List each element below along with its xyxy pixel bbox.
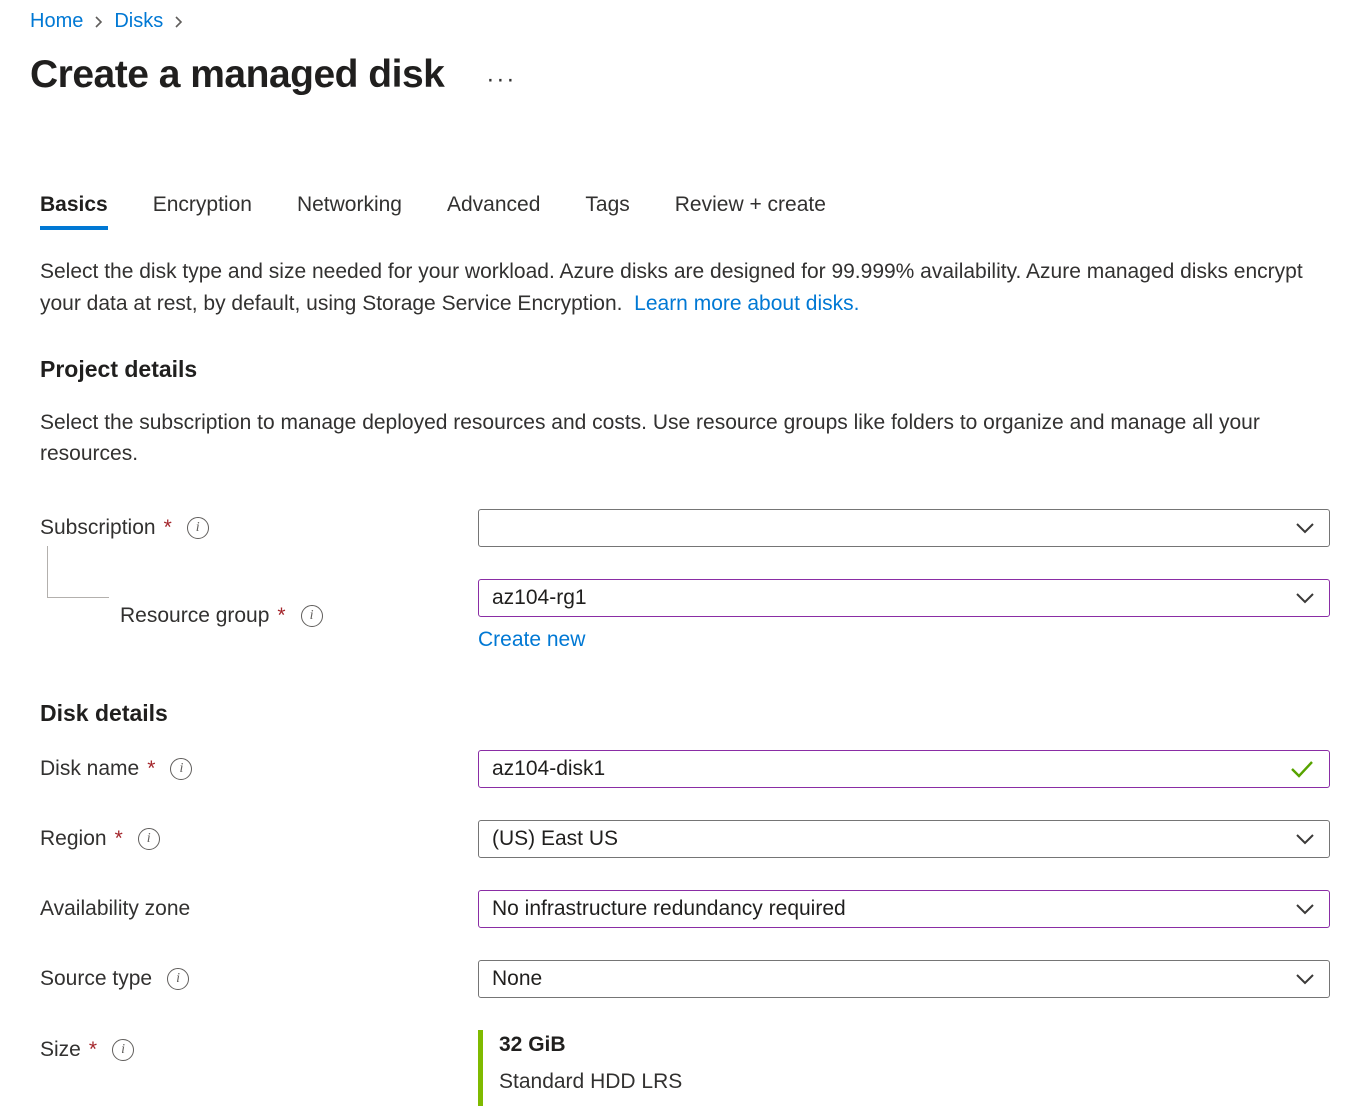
- size-sku-detail: Standard HDD LRS: [499, 1070, 1330, 1094]
- availability-zone-label: Availability zone: [40, 897, 190, 921]
- required-asterisk: *: [147, 757, 155, 781]
- required-asterisk: *: [164, 516, 172, 540]
- region-dropdown[interactable]: (US) East US: [478, 820, 1330, 858]
- info-icon[interactable]: i: [167, 968, 189, 990]
- chevron-down-icon: [1295, 522, 1315, 534]
- tab-basics[interactable]: Basics: [40, 193, 108, 230]
- project-details-heading: Project details: [40, 356, 1330, 383]
- source-type-control: None: [478, 960, 1330, 998]
- learn-more-disks-link[interactable]: Learn more about disks.: [634, 292, 859, 315]
- subscription-row: Subscription * i: [40, 509, 1330, 547]
- breadcrumb-chevron-icon: [93, 14, 104, 30]
- size-row: Size * i 32 GiB Standard HDD LRS: [40, 1030, 1330, 1106]
- tab-review-create[interactable]: Review + create: [675, 193, 826, 230]
- info-icon[interactable]: i: [112, 1039, 134, 1061]
- disk-name-label-group: Disk name * i: [40, 757, 478, 781]
- breadcrumb-disks-link[interactable]: Disks: [114, 10, 163, 33]
- info-glyph: i: [179, 761, 183, 777]
- disk-name-input[interactable]: az104-disk1: [478, 750, 1330, 788]
- info-icon[interactable]: i: [301, 605, 323, 627]
- disk-details-form: Disk name * i az104-disk1 Region: [40, 750, 1330, 1106]
- disk-name-value: az104-disk1: [492, 757, 605, 781]
- breadcrumb-home-link[interactable]: Home: [30, 10, 83, 33]
- source-type-row: Source type i None: [40, 960, 1330, 998]
- valid-check-icon: [1290, 760, 1314, 778]
- subscription-control: [478, 509, 1330, 547]
- size-label: Size: [40, 1038, 81, 1062]
- create-managed-disk-page: Home Disks Create a managed disk ··· Bas…: [0, 0, 1348, 1106]
- more-options-button[interactable]: ···: [486, 68, 516, 92]
- region-value: (US) East US: [492, 827, 618, 851]
- size-value: 32 GiB: [499, 1033, 1330, 1057]
- subscription-label: Subscription: [40, 516, 156, 540]
- required-asterisk: *: [115, 827, 123, 851]
- disk-name-control: az104-disk1: [478, 750, 1330, 788]
- info-glyph: i: [147, 831, 151, 847]
- availability-zone-value: No infrastructure redundancy required: [492, 897, 846, 921]
- info-icon[interactable]: i: [170, 758, 192, 780]
- create-new-resource-group-link[interactable]: Create new: [478, 628, 585, 652]
- region-row: Region * i (US) East US: [40, 820, 1330, 858]
- info-glyph: i: [310, 608, 314, 624]
- resource-group-label: Resource group: [120, 604, 269, 628]
- resource-group-dropdown[interactable]: az104-rg1: [478, 579, 1330, 617]
- size-control: 32 GiB Standard HDD LRS: [478, 1030, 1330, 1106]
- resource-group-label-group: Resource group * i: [40, 604, 478, 628]
- resource-group-control: az104-rg1 Create new: [478, 579, 1330, 652]
- tab-advanced[interactable]: Advanced: [447, 193, 540, 230]
- region-label-group: Region * i: [40, 827, 478, 851]
- availability-zone-label-group: Availability zone: [40, 897, 478, 921]
- info-glyph: i: [121, 1042, 125, 1058]
- tab-tags[interactable]: Tags: [585, 193, 629, 230]
- availability-zone-row: Availability zone No infrastructure redu…: [40, 890, 1330, 928]
- project-details-form: Subscription * i Resource g: [40, 509, 1330, 652]
- info-icon[interactable]: i: [138, 828, 160, 850]
- resource-group-row: Resource group * i az104-rg1 Create new: [40, 579, 1330, 652]
- disk-details-heading: Disk details: [40, 700, 1330, 727]
- info-glyph: i: [176, 971, 180, 987]
- required-asterisk: *: [89, 1038, 97, 1062]
- page-title: Create a managed disk: [30, 53, 444, 97]
- chevron-down-icon: [1295, 592, 1315, 604]
- info-glyph: i: [196, 520, 200, 536]
- breadcrumb-chevron-icon: [173, 14, 184, 30]
- intro-text: Select the disk type and size needed for…: [40, 256, 1330, 320]
- region-control: (US) East US: [478, 820, 1330, 858]
- wizard-tabs: Basics Encryption Networking Advanced Ta…: [40, 193, 1330, 230]
- project-details-description: Select the subscription to manage deploy…: [40, 407, 1330, 469]
- tab-networking[interactable]: Networking: [297, 193, 402, 230]
- source-type-value: None: [492, 967, 542, 991]
- disk-name-label: Disk name: [40, 757, 139, 781]
- subscription-dropdown[interactable]: [478, 509, 1330, 547]
- size-summary-block: 32 GiB Standard HDD LRS: [478, 1030, 1330, 1106]
- source-type-dropdown[interactable]: None: [478, 960, 1330, 998]
- availability-zone-control: No infrastructure redundancy required: [478, 890, 1330, 928]
- chevron-down-icon: [1295, 973, 1315, 985]
- subscription-label-group: Subscription * i: [40, 516, 478, 540]
- required-asterisk: *: [277, 604, 285, 628]
- chevron-down-icon: [1295, 833, 1315, 845]
- parent-child-connector-line: [47, 546, 109, 598]
- source-type-label: Source type: [40, 967, 152, 991]
- title-row: Create a managed disk ···: [30, 53, 1330, 97]
- source-type-label-group: Source type i: [40, 967, 478, 991]
- info-icon[interactable]: i: [187, 517, 209, 539]
- availability-zone-dropdown[interactable]: No infrastructure redundancy required: [478, 890, 1330, 928]
- size-label-group: Size * i: [40, 1030, 478, 1062]
- breadcrumb: Home Disks: [30, 10, 1330, 33]
- disk-name-row: Disk name * i az104-disk1: [40, 750, 1330, 788]
- tab-encryption[interactable]: Encryption: [153, 193, 252, 230]
- chevron-down-icon: [1295, 903, 1315, 915]
- region-label: Region: [40, 827, 107, 851]
- resource-group-value: az104-rg1: [492, 586, 587, 610]
